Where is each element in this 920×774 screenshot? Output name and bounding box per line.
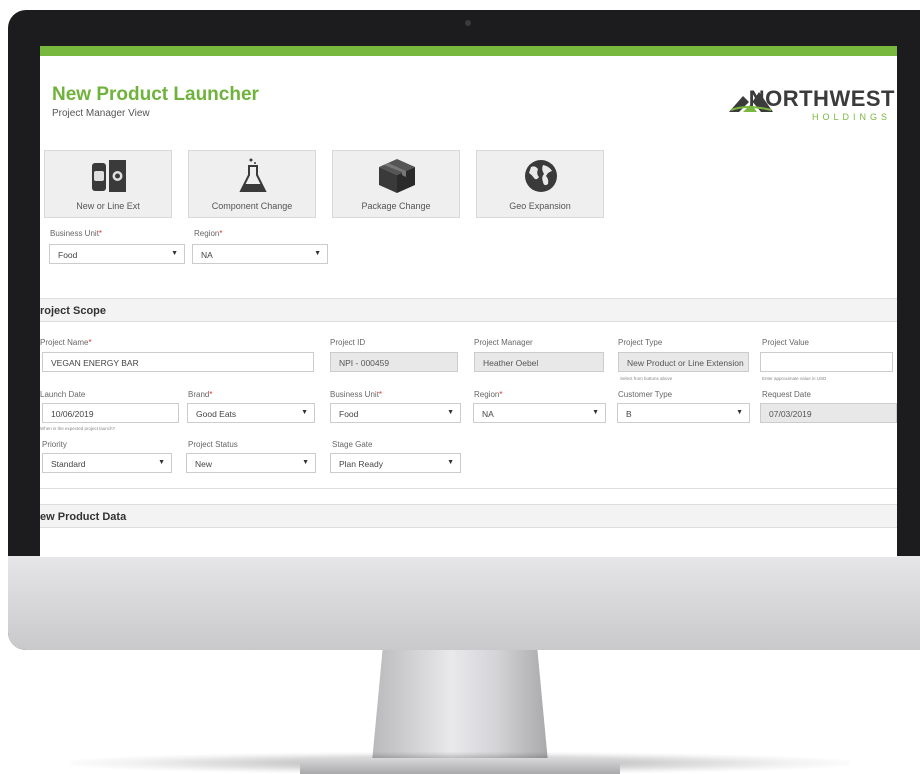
project-status-label: Project Status — [188, 440, 238, 449]
chevron-down-icon: ▼ — [158, 459, 165, 466]
launch-date-input[interactable]: 10/06/2019 — [42, 403, 179, 423]
chevron-down-icon: ▼ — [592, 409, 599, 416]
project-type-label: Project Type — [618, 338, 663, 347]
project-name-label: Project Name* — [40, 338, 92, 347]
scope-business-unit-select[interactable]: Food ▼ — [330, 403, 461, 423]
project-value-hint: Enter approximate value in USD — [762, 376, 827, 381]
section-divider — [40, 488, 897, 489]
launch-type-label: New or Line Ext — [76, 201, 140, 211]
project-value-input[interactable] — [760, 352, 893, 372]
project-name-input[interactable]: VEGAN ENERGY BAR — [42, 352, 314, 372]
project-id-label: Project ID — [330, 338, 366, 347]
region-select[interactable]: NA ▼ — [192, 244, 328, 264]
chevron-down-icon: ▼ — [301, 409, 308, 416]
request-date-field: 07/03/2019 — [760, 403, 897, 423]
launch-type-component-change-button[interactable]: Component Change — [188, 150, 316, 218]
chevron-down-icon: ▼ — [447, 459, 454, 466]
stage-gate-label: Stage Gate — [332, 440, 373, 449]
globe-icon — [521, 157, 561, 195]
project-type-field: New Product or Line Extension — [618, 352, 749, 372]
business-unit-label: Business Unit* — [50, 229, 103, 238]
project-scope-header: roject Scope — [40, 298, 897, 322]
stand-base — [300, 758, 620, 774]
project-manager-field: Heather Oebel — [474, 352, 604, 372]
region-label: Region* — [194, 229, 223, 238]
project-status-select[interactable]: New ▼ — [186, 453, 316, 473]
project-id-field: NPI - 000459 — [330, 352, 458, 372]
priority-label: Priority — [42, 440, 67, 449]
launch-date-hint: When is the expected project launch? — [40, 426, 116, 431]
monitor-stand — [372, 650, 548, 762]
brand-label: Brand* — [188, 390, 213, 399]
launch-type-label: Package Change — [361, 201, 431, 211]
company-logo: NORTHWEST HOLDINGS — [717, 82, 897, 130]
stage-gate-select[interactable]: Plan Ready ▼ — [330, 453, 461, 473]
top-accent-bar — [40, 46, 897, 56]
flask-icon — [233, 157, 273, 195]
camera-dot — [465, 20, 471, 26]
app-screen: New Product Launcher Project Manager Vie… — [40, 46, 897, 557]
food-products-icon — [89, 157, 129, 195]
scope-business-unit-label: Business Unit* — [330, 390, 383, 399]
box-icon — [377, 157, 417, 195]
launch-date-label: Launch Date — [40, 390, 86, 399]
launch-type-geo-expansion-button[interactable]: Geo Expansion — [476, 150, 604, 218]
brand-select[interactable]: Good Eats ▼ — [187, 403, 315, 423]
logo-subtitle: HOLDINGS — [811, 112, 891, 122]
launch-type-package-change-button[interactable]: Package Change — [332, 150, 460, 218]
project-value-label: Project Value — [762, 338, 809, 347]
logo-wordmark: NORTHWEST — [748, 86, 895, 111]
customer-type-select[interactable]: B ▼ — [617, 403, 750, 423]
customer-type-label: Customer Type — [618, 390, 673, 399]
launch-type-label: Geo Expansion — [509, 201, 571, 211]
priority-select[interactable]: Standard ▼ — [42, 453, 172, 473]
scope-region-label: Region* — [474, 390, 503, 399]
new-product-data-header: ew Product Data — [40, 504, 897, 528]
app-subtitle: Project Manager View — [52, 108, 150, 119]
app-title: New Product Launcher — [52, 84, 259, 105]
request-date-label: Request Date — [762, 390, 811, 399]
launch-type-label: Component Change — [211, 201, 293, 211]
business-unit-select[interactable]: Food ▼ — [49, 244, 185, 264]
monitor-chin — [8, 556, 920, 650]
chevron-down-icon: ▼ — [302, 459, 309, 466]
chevron-down-icon: ▼ — [736, 409, 743, 416]
chevron-down-icon: ▼ — [171, 250, 178, 257]
project-type-hint: Select from buttons above — [620, 376, 673, 381]
launch-type-new-or-line-ext-button[interactable]: New or Line Ext — [44, 150, 172, 218]
scope-region-select[interactable]: NA ▼ — [473, 403, 606, 423]
chevron-down-icon: ▼ — [314, 250, 321, 257]
chevron-down-icon: ▼ — [447, 409, 454, 416]
project-manager-label: Project Manager — [474, 338, 533, 347]
